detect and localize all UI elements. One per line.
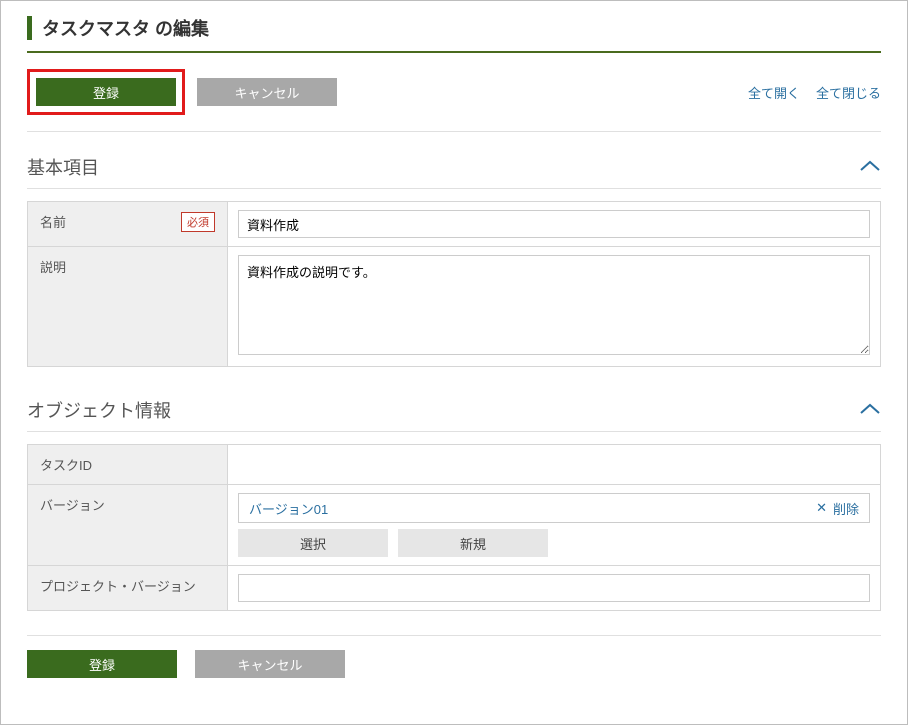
version-select-button[interactable]: 選択 (238, 529, 388, 557)
chevron-up-icon (859, 157, 881, 178)
version-button-row: 選択 新規 (238, 529, 870, 557)
label-version-text: バージョン (40, 495, 105, 514)
row-description: 説明 (28, 247, 880, 366)
label-version: バージョン (28, 485, 228, 565)
label-project-version: プロジェクト・バージョン (28, 566, 228, 610)
section-basic-title: 基本項目 (27, 154, 99, 180)
description-textarea[interactable] (238, 255, 870, 355)
cancel-button[interactable]: キャンセル (197, 78, 337, 106)
title-row: タスクマスタ の編集 (27, 15, 881, 53)
footer-action-row: 登録 キャンセル (27, 635, 881, 678)
section-object-header[interactable]: オブジェクト情報 (27, 391, 881, 432)
version-item: バージョン01 ✕ 削除 (238, 493, 870, 523)
close-all-link[interactable]: 全て閉じる (816, 83, 881, 102)
label-name: 名前 必須 (28, 202, 228, 246)
label-name-text: 名前 (40, 212, 66, 231)
page-title: タスクマスタ の編集 (42, 15, 209, 41)
footer-cancel-button[interactable]: キャンセル (195, 650, 345, 678)
open-all-link[interactable]: 全て開く (748, 83, 800, 102)
label-taskid-text: タスクID (40, 455, 92, 474)
close-icon: ✕ (816, 500, 827, 516)
label-project-version-text: プロジェクト・バージョン (40, 576, 196, 595)
value-description (228, 247, 880, 366)
name-input[interactable] (238, 210, 870, 238)
basic-form: 名前 必須 説明 (27, 201, 881, 367)
footer-register-button[interactable]: 登録 (27, 650, 177, 678)
label-taskid: タスクID (28, 445, 228, 484)
title-accent-bar (27, 16, 32, 40)
row-project-version: プロジェクト・バージョン (28, 566, 880, 610)
section-basic-header[interactable]: 基本項目 (27, 148, 881, 189)
version-delete-label: 削除 (833, 499, 859, 518)
register-highlight: 登録 (27, 69, 185, 115)
top-action-row: 登録 キャンセル 全て開く 全て閉じる (27, 69, 881, 132)
version-new-button[interactable]: 新規 (398, 529, 548, 557)
register-button[interactable]: 登録 (36, 78, 176, 106)
section-basic: 基本項目 名前 必須 説明 (27, 148, 881, 367)
project-version-input[interactable] (238, 574, 870, 602)
row-name: 名前 必須 (28, 202, 880, 247)
chevron-up-icon (859, 400, 881, 421)
value-taskid (228, 445, 880, 484)
row-taskid: タスクID (28, 445, 880, 485)
row-version: バージョン バージョン01 ✕ 削除 選択 新規 (28, 485, 880, 566)
required-badge: 必須 (181, 212, 215, 232)
value-project-version (228, 566, 880, 610)
value-name (228, 202, 880, 246)
version-text[interactable]: バージョン01 (249, 499, 328, 518)
value-version: バージョン01 ✕ 削除 選択 新規 (228, 485, 880, 565)
label-description-text: 説明 (40, 257, 66, 276)
object-form: タスクID バージョン バージョン01 ✕ 削除 (27, 444, 881, 611)
version-delete-link[interactable]: ✕ 削除 (816, 499, 859, 518)
section-object: オブジェクト情報 タスクID バージョン バージョン01 (27, 391, 881, 611)
section-object-title: オブジェクト情報 (27, 397, 171, 423)
label-description: 説明 (28, 247, 228, 366)
